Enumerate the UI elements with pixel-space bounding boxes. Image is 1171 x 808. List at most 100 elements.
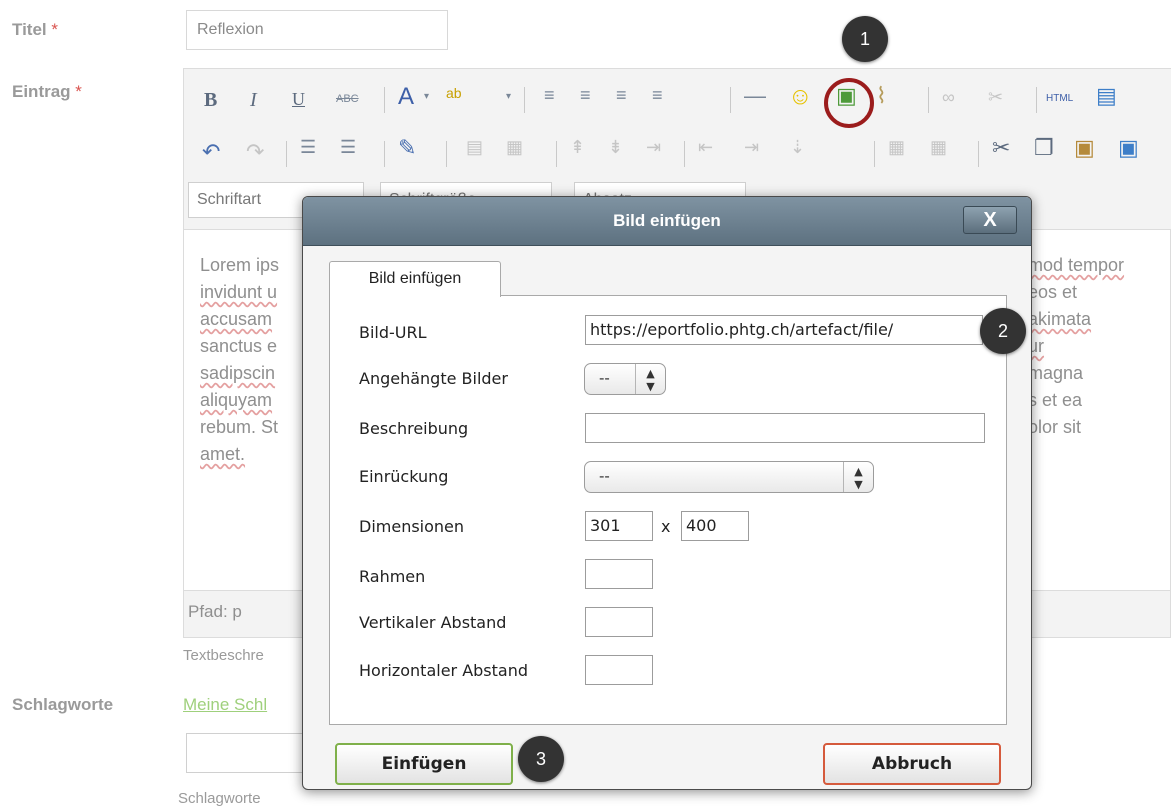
stepper-arrows-icon: ▲ ▼ bbox=[843, 462, 873, 492]
cut-icon[interactable]: ✂ bbox=[992, 135, 1010, 161]
table-props-icon[interactable]: ▦ bbox=[506, 137, 523, 158]
row-after-icon[interactable]: ⇟ bbox=[608, 137, 623, 158]
toolbar-separator bbox=[446, 141, 447, 167]
indent-label: Einrückung bbox=[359, 467, 449, 486]
attached-images-label: Angehängte Bilder bbox=[359, 369, 508, 388]
smiley-icon[interactable]: ☺ bbox=[788, 83, 813, 111]
fullscreen-icon[interactable]: ▤ bbox=[1096, 83, 1117, 109]
unlink-icon[interactable]: ✂ bbox=[988, 87, 1003, 108]
stepper-arrows-icon: ▲ ▼ bbox=[635, 364, 665, 394]
strikethrough-button[interactable]: ABC bbox=[336, 93, 359, 105]
chevron-down-icon[interactable]: ▾ bbox=[506, 91, 511, 102]
toolbar-separator bbox=[684, 141, 685, 167]
close-icon[interactable]: X bbox=[963, 206, 1017, 234]
insert-button[interactable]: Einfügen bbox=[335, 743, 513, 785]
toolbar-separator bbox=[524, 87, 525, 113]
entry-label: Eintrag * bbox=[12, 82, 82, 101]
content-line: rebum. St bbox=[200, 417, 279, 437]
dimensions-label: Dimensionen bbox=[359, 517, 465, 536]
tags-help-text: Schlagworte bbox=[178, 790, 261, 807]
toolbar-separator bbox=[730, 87, 731, 113]
edit-icon[interactable]: ✎ bbox=[398, 135, 416, 161]
vertical-space-input[interactable] bbox=[585, 607, 653, 637]
toolbar-separator bbox=[286, 141, 287, 167]
paste-icon[interactable]: ▣ bbox=[1074, 135, 1095, 161]
tags-input[interactable] bbox=[186, 733, 316, 773]
bullet-list-icon[interactable]: ☰ bbox=[300, 137, 316, 158]
title-label: Titel * bbox=[12, 20, 58, 39]
text-description: Textbeschre bbox=[183, 647, 264, 664]
description-input[interactable] bbox=[585, 413, 985, 443]
undo-icon[interactable]: ↶ bbox=[202, 139, 220, 165]
indent-select[interactable]: -- ▲ ▼ bbox=[584, 461, 874, 493]
content-line: eos et bbox=[1028, 282, 1078, 302]
delete-row-icon[interactable]: ⇥ bbox=[646, 137, 661, 158]
split-cells-icon[interactable]: ▦ bbox=[888, 137, 905, 158]
dialog-title: Bild einfügen bbox=[303, 197, 1031, 246]
bold-button[interactable]: B bbox=[204, 89, 217, 112]
height-input[interactable]: 400 bbox=[681, 511, 749, 541]
paste-word-icon[interactable]: ▣ bbox=[1118, 135, 1139, 161]
col-before-icon[interactable]: ⇤ bbox=[698, 137, 713, 158]
width-input[interactable]: 301 bbox=[585, 511, 653, 541]
align-center-icon[interactable]: ≡ bbox=[580, 85, 591, 106]
table-icon[interactable]: ▤ bbox=[466, 137, 483, 158]
horizontal-space-label: Horizontaler Abstand bbox=[359, 661, 529, 680]
content-line: amet. bbox=[200, 444, 246, 464]
border-input[interactable] bbox=[585, 559, 653, 589]
numbered-list-icon[interactable]: ☰ bbox=[340, 137, 356, 158]
content-line: invidunt u bbox=[200, 282, 278, 302]
image-url-input[interactable]: https://eportfolio.phtg.ch/artefact/file… bbox=[585, 315, 983, 345]
redo-icon[interactable]: ↷ bbox=[246, 139, 264, 165]
content-line: sadipscin bbox=[200, 363, 276, 383]
toolbar-separator bbox=[556, 141, 557, 167]
content-line: akimata bbox=[1028, 309, 1092, 329]
toolbar-separator bbox=[978, 141, 979, 167]
toolbar-separator bbox=[1036, 87, 1037, 113]
toolbar-separator bbox=[928, 87, 929, 113]
underline-button[interactable]: U bbox=[292, 89, 305, 110]
cleanup-brush-icon[interactable]: ⌇ bbox=[876, 83, 887, 109]
content-line: s et ea bbox=[1028, 390, 1083, 410]
horizontal-rule-icon[interactable]: — bbox=[744, 83, 766, 109]
delete-col-icon[interactable]: ⇣ bbox=[790, 137, 805, 158]
callout-3: 3 bbox=[518, 736, 564, 782]
border-label: Rahmen bbox=[359, 567, 426, 586]
callout-2: 2 bbox=[980, 308, 1026, 354]
tags-label: Schlagworte bbox=[12, 695, 114, 714]
content-line: sanctus e bbox=[200, 336, 278, 356]
link-icon[interactable]: ∞ bbox=[942, 87, 955, 108]
toolbar-separator bbox=[384, 141, 385, 167]
row-before-icon[interactable]: ⇞ bbox=[570, 137, 585, 158]
merge-cells-icon[interactable]: ▦ bbox=[930, 137, 947, 158]
italic-button[interactable]: I bbox=[250, 89, 257, 112]
content-line: olor sit bbox=[1028, 417, 1082, 437]
align-justify-icon[interactable]: ≡ bbox=[652, 85, 663, 106]
align-right-icon[interactable]: ≡ bbox=[616, 85, 627, 106]
callout-1: 1 bbox=[842, 16, 888, 62]
content-line: ur bbox=[1028, 336, 1045, 356]
content-line: Lorem ips bbox=[200, 255, 280, 275]
chevron-down-icon[interactable]: ▾ bbox=[424, 91, 429, 102]
align-left-icon[interactable]: ≡ bbox=[544, 85, 555, 106]
horizontal-space-input[interactable] bbox=[585, 655, 653, 685]
image-button-highlight bbox=[824, 78, 874, 128]
highlight-color-icon[interactable]: ab bbox=[446, 85, 462, 101]
title-input[interactable]: Reflexion bbox=[186, 10, 448, 50]
insert-image-dialog: Bild einfügen X Bild einfügen Bild-URL h… bbox=[302, 196, 1032, 790]
text-color-icon[interactable]: A bbox=[398, 83, 414, 111]
vertical-space-label: Vertikaler Abstand bbox=[359, 613, 507, 632]
content-line: mod tempor bbox=[1028, 255, 1125, 275]
tab-insert-image[interactable]: Bild einfügen bbox=[329, 261, 501, 297]
cancel-button[interactable]: Abbruch bbox=[823, 743, 1001, 785]
image-url-label: Bild-URL bbox=[359, 323, 427, 342]
col-after-icon[interactable]: ⇥ bbox=[744, 137, 759, 158]
copy-icon[interactable]: ❐ bbox=[1034, 135, 1054, 161]
content-line: accusam bbox=[200, 309, 273, 329]
path-label: Pfad: p bbox=[188, 602, 242, 621]
html-button[interactable]: HTML bbox=[1046, 93, 1073, 104]
content-line: magna bbox=[1028, 363, 1084, 383]
my-tags-link[interactable]: Meine Schl bbox=[183, 695, 267, 715]
toolbar-separator bbox=[874, 141, 875, 167]
attached-images-select[interactable]: -- ▲ ▼ bbox=[584, 363, 666, 395]
